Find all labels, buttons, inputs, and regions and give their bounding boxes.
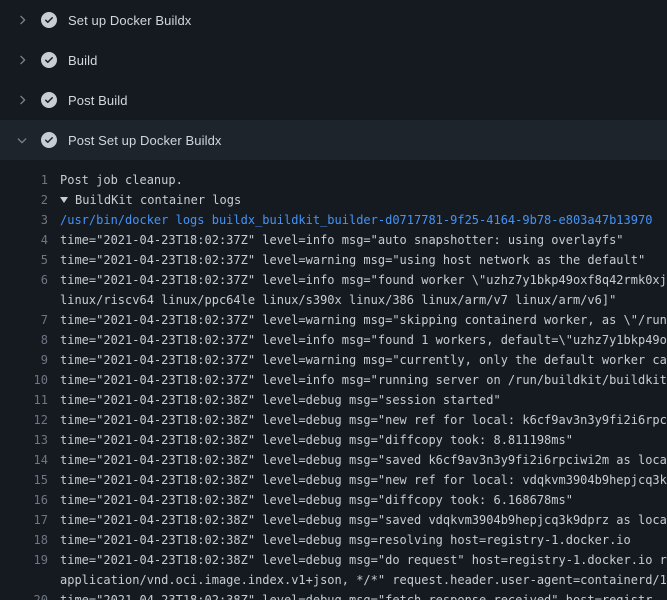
log-line-number[interactable]: 10	[0, 370, 48, 390]
log-line-number[interactable]: 3	[0, 210, 48, 230]
log-line-text: time="2021-04-23T18:02:38Z" level=debug …	[60, 590, 652, 600]
step-header-post-set-up-docker-buildx[interactable]: Post Set up Docker Buildx	[0, 120, 667, 160]
step-title: Post Set up Docker Buildx	[68, 133, 222, 148]
log-group-line[interactable]: 2 BuildKit container logs	[0, 190, 667, 210]
log-line-text: time="2021-04-23T18:02:38Z" level=debug …	[60, 550, 667, 570]
log-line-text: time="2021-04-23T18:02:37Z" level=warnin…	[60, 250, 645, 270]
log-line-text: time="2021-04-23T18:02:38Z" level=debug …	[60, 470, 667, 490]
log-line-number[interactable]	[0, 290, 48, 310]
log-line-text: time="2021-04-23T18:02:38Z" level=debug …	[60, 510, 667, 530]
log-line-text: BuildKit container logs	[75, 190, 241, 210]
log-line-number[interactable]: 20	[0, 590, 48, 600]
log-line-text: time="2021-04-23T18:02:37Z" level=info m…	[60, 370, 667, 390]
log-line-text: time="2021-04-23T18:02:38Z" level=debug …	[60, 490, 573, 510]
log-line: 8 time="2021-04-23T18:02:37Z" level=info …	[0, 330, 667, 350]
log-line-text: time="2021-04-23T18:02:38Z" level=debug …	[60, 390, 501, 410]
log-line: 4 time="2021-04-23T18:02:37Z" level=info …	[0, 230, 667, 250]
log-line-text: time="2021-04-23T18:02:37Z" level=info m…	[60, 330, 667, 350]
log-line-number[interactable]: 9	[0, 350, 48, 370]
log-line-number[interactable]	[0, 570, 48, 590]
log-line-number[interactable]: 14	[0, 450, 48, 470]
log-line-text: Post job cleanup.	[60, 170, 183, 190]
log-line-number[interactable]: 18	[0, 530, 48, 550]
log-line: 11 time="2021-04-23T18:02:38Z" level=debu…	[0, 390, 667, 410]
log-line-text: time="2021-04-23T18:02:38Z" level=debug …	[60, 410, 667, 430]
step-header-set-up-docker-buildx[interactable]: Set up Docker Buildx	[0, 0, 667, 40]
chevron-right-icon	[14, 92, 30, 108]
log-line-number[interactable]: 13	[0, 430, 48, 450]
chevron-down-icon	[14, 132, 30, 148]
step-title: Set up Docker Buildx	[68, 13, 191, 28]
log-line-number[interactable]: 17	[0, 510, 48, 530]
log-line: 16 time="2021-04-23T18:02:38Z" level=debu…	[0, 490, 667, 510]
log-line-number[interactable]: 8	[0, 330, 48, 350]
check-circle-icon	[41, 132, 57, 148]
log-line-number[interactable]: 11	[0, 390, 48, 410]
log-line: 7 time="2021-04-23T18:02:37Z" level=warni…	[0, 310, 667, 330]
step-header-build[interactable]: Build	[0, 40, 667, 80]
log-line-number[interactable]: 4	[0, 230, 48, 250]
log-line-text: time="2021-04-23T18:02:37Z" level=info m…	[60, 230, 624, 250]
step-list: Set up Docker Buildx Build Post Build Post …	[0, 0, 667, 160]
log-line: 1 Post job cleanup.	[0, 170, 667, 190]
log-line-number[interactable]: 6	[0, 270, 48, 290]
log-line: 13 time="2021-04-23T18:02:38Z" level=debu…	[0, 430, 667, 450]
log-line-number[interactable]: 19	[0, 550, 48, 570]
log-line: 9 time="2021-04-23T18:02:37Z" level=warni…	[0, 350, 667, 370]
log-line: 20 time="2021-04-23T18:02:38Z" level=debu…	[0, 590, 667, 600]
log-line: linux/riscv64 linux/ppc64le linux/s390x …	[0, 290, 667, 310]
log-line-text: time="2021-04-23T18:02:38Z" level=debug …	[60, 530, 631, 550]
log-line: 5 time="2021-04-23T18:02:37Z" level=warni…	[0, 250, 667, 270]
triangle-down-icon	[60, 197, 68, 203]
log-line: 14 time="2021-04-23T18:02:38Z" level=debu…	[0, 450, 667, 470]
check-circle-icon	[41, 12, 57, 28]
check-circle-icon	[41, 52, 57, 68]
log-line: 6 time="2021-04-23T18:02:37Z" level=info …	[0, 270, 667, 290]
log-line-text: time="2021-04-23T18:02:37Z" level=warnin…	[60, 310, 667, 330]
log-line: 19 time="2021-04-23T18:02:38Z" level=debu…	[0, 550, 667, 570]
actions-log-viewer: Set up Docker Buildx Build Post Build Post …	[0, 0, 667, 600]
log-line-number[interactable]: 15	[0, 470, 48, 490]
log-line: 17 time="2021-04-23T18:02:38Z" level=debu…	[0, 510, 667, 530]
log-line-number[interactable]: 12	[0, 410, 48, 430]
log-line-text: /usr/bin/docker logs buildx_buildkit_bui…	[60, 210, 652, 230]
log-line: 12 time="2021-04-23T18:02:38Z" level=debu…	[0, 410, 667, 430]
step-title: Build	[68, 53, 97, 68]
chevron-right-icon	[14, 12, 30, 28]
step-header-post-build[interactable]: Post Build	[0, 80, 667, 120]
log-line-text: time="2021-04-23T18:02:38Z" level=debug …	[60, 430, 573, 450]
log-line-number[interactable]: 2	[0, 190, 48, 210]
log-line-text: linux/riscv64 linux/ppc64le linux/s390x …	[60, 290, 616, 310]
log-line: 3/usr/bin/docker logs buildx_buildkit_bu…	[0, 210, 667, 230]
step-title: Post Build	[68, 93, 128, 108]
log-line-number[interactable]: 5	[0, 250, 48, 270]
log-line-text: time="2021-04-23T18:02:37Z" level=warnin…	[60, 350, 667, 370]
log-line-number[interactable]: 7	[0, 310, 48, 330]
log-line: 10 time="2021-04-23T18:02:37Z" level=info…	[0, 370, 667, 390]
log-panel: 1 Post job cleanup. 2 BuildKit container lo…	[0, 160, 667, 600]
log-line-number[interactable]: 1	[0, 170, 48, 190]
chevron-right-icon	[14, 52, 30, 68]
log-line-number[interactable]: 16	[0, 490, 48, 510]
check-circle-icon	[41, 92, 57, 108]
log-line-text: time="2021-04-23T18:02:37Z" level=info m…	[60, 270, 667, 290]
log-line-text: time="2021-04-23T18:02:38Z" level=debug …	[60, 450, 667, 470]
log-line: 15 time="2021-04-23T18:02:38Z" level=debu…	[0, 470, 667, 490]
log-line: 18 time="2021-04-23T18:02:38Z" level=debu…	[0, 530, 667, 550]
log-line-text: application/vnd.oci.image.index.v1+json,…	[60, 570, 667, 590]
log-line: application/vnd.oci.image.index.v1+json,…	[0, 570, 667, 590]
